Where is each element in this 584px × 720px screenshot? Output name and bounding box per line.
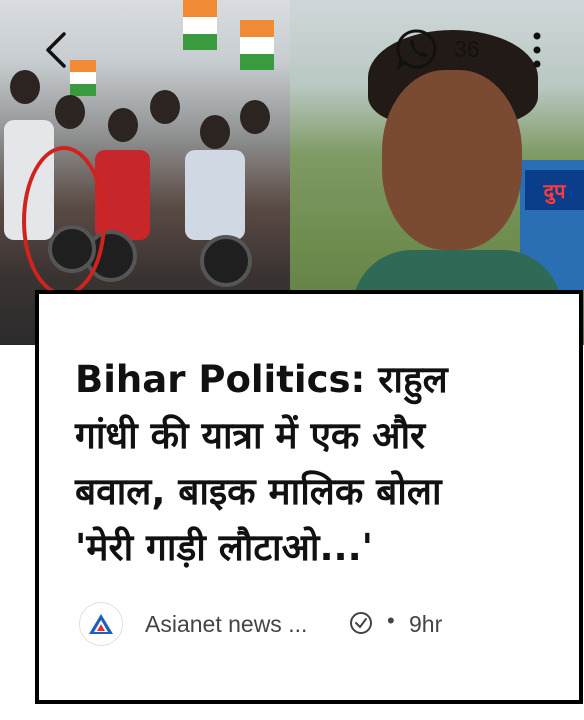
whatsapp-icon xyxy=(396,29,437,72)
more-options-icon[interactable] xyxy=(525,30,549,70)
headline-line: गांधी की यात्रा में एक और xyxy=(75,414,426,457)
flag-decoration xyxy=(183,0,217,50)
highlight-circle xyxy=(22,146,106,296)
asianet-logo-icon xyxy=(79,602,123,646)
share-count: 36 xyxy=(454,36,480,62)
whatsapp-share-button[interactable] xyxy=(396,28,438,72)
back-arrow-icon[interactable] xyxy=(40,30,80,70)
article-source-row[interactable]: Asianet news ... • 9hr xyxy=(79,602,539,646)
headline-line: Bihar Politics: राहुल xyxy=(75,358,448,401)
article-card[interactable]: Bihar Politics: राहुल गांधी की यात्रा मे… xyxy=(35,290,583,704)
headline-line: 'मेरी गाड़ी लौटाओ...' xyxy=(75,526,373,569)
verified-check-icon xyxy=(349,611,373,635)
headline-line: बवाल, बाइक मालिक बोला xyxy=(75,470,442,513)
source-name[interactable]: Asianet news ... xyxy=(145,611,307,638)
separator-dot: • xyxy=(387,608,395,633)
publish-time: 9hr xyxy=(409,611,443,637)
shop-sign: दुप xyxy=(525,170,584,210)
man-face xyxy=(382,70,522,250)
article-headline[interactable]: Bihar Politics: राहुल गांधी की यात्रा मे… xyxy=(75,352,555,576)
flag-decoration xyxy=(240,20,274,70)
